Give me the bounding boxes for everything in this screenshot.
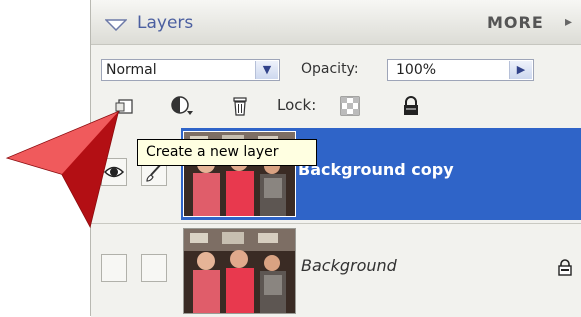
more-button[interactable]: MORE [487,13,544,32]
lock-label: Lock: [277,96,317,114]
panel-title: Layers [137,13,194,33]
opacity-field[interactable]: 100% ▶ [387,59,534,81]
lock-all-icon[interactable] [398,94,424,118]
layer-name[interactable]: Background [301,256,397,275]
layer-toolbar: Lock: [91,89,581,125]
layer-thumbnail[interactable] [183,228,296,314]
blend-mode-select[interactable]: Normal ▼ [101,59,280,81]
layer-row-background[interactable]: Background [91,223,581,317]
lock-icon [558,259,572,276]
trash-icon[interactable] [227,94,253,118]
photo-thumbnail-image [184,229,295,313]
panel-titlebar: Layers MORE ▸ [91,0,581,45]
layer-link-toggle[interactable] [141,254,167,282]
blend-mode-value: Normal [106,62,157,78]
adjustment-layer-icon[interactable] [169,94,195,118]
opacity-slider-arrow-icon[interactable]: ▶ [509,61,532,79]
visibility-toggle[interactable] [101,254,127,282]
layer-name[interactable]: Background copy [298,160,454,179]
collapse-triangle-icon[interactable] [105,19,127,31]
tooltip: Create a new layer [137,139,317,166]
chevron-down-icon[interactable]: ▼ [255,61,278,79]
opacity-label: Opacity: [301,61,359,77]
more-arrow-icon[interactable]: ▸ [565,14,572,30]
pointer-arrow-icon [5,110,120,229]
opacity-value: 100% [396,62,437,78]
lock-transparency-icon[interactable] [337,94,363,118]
